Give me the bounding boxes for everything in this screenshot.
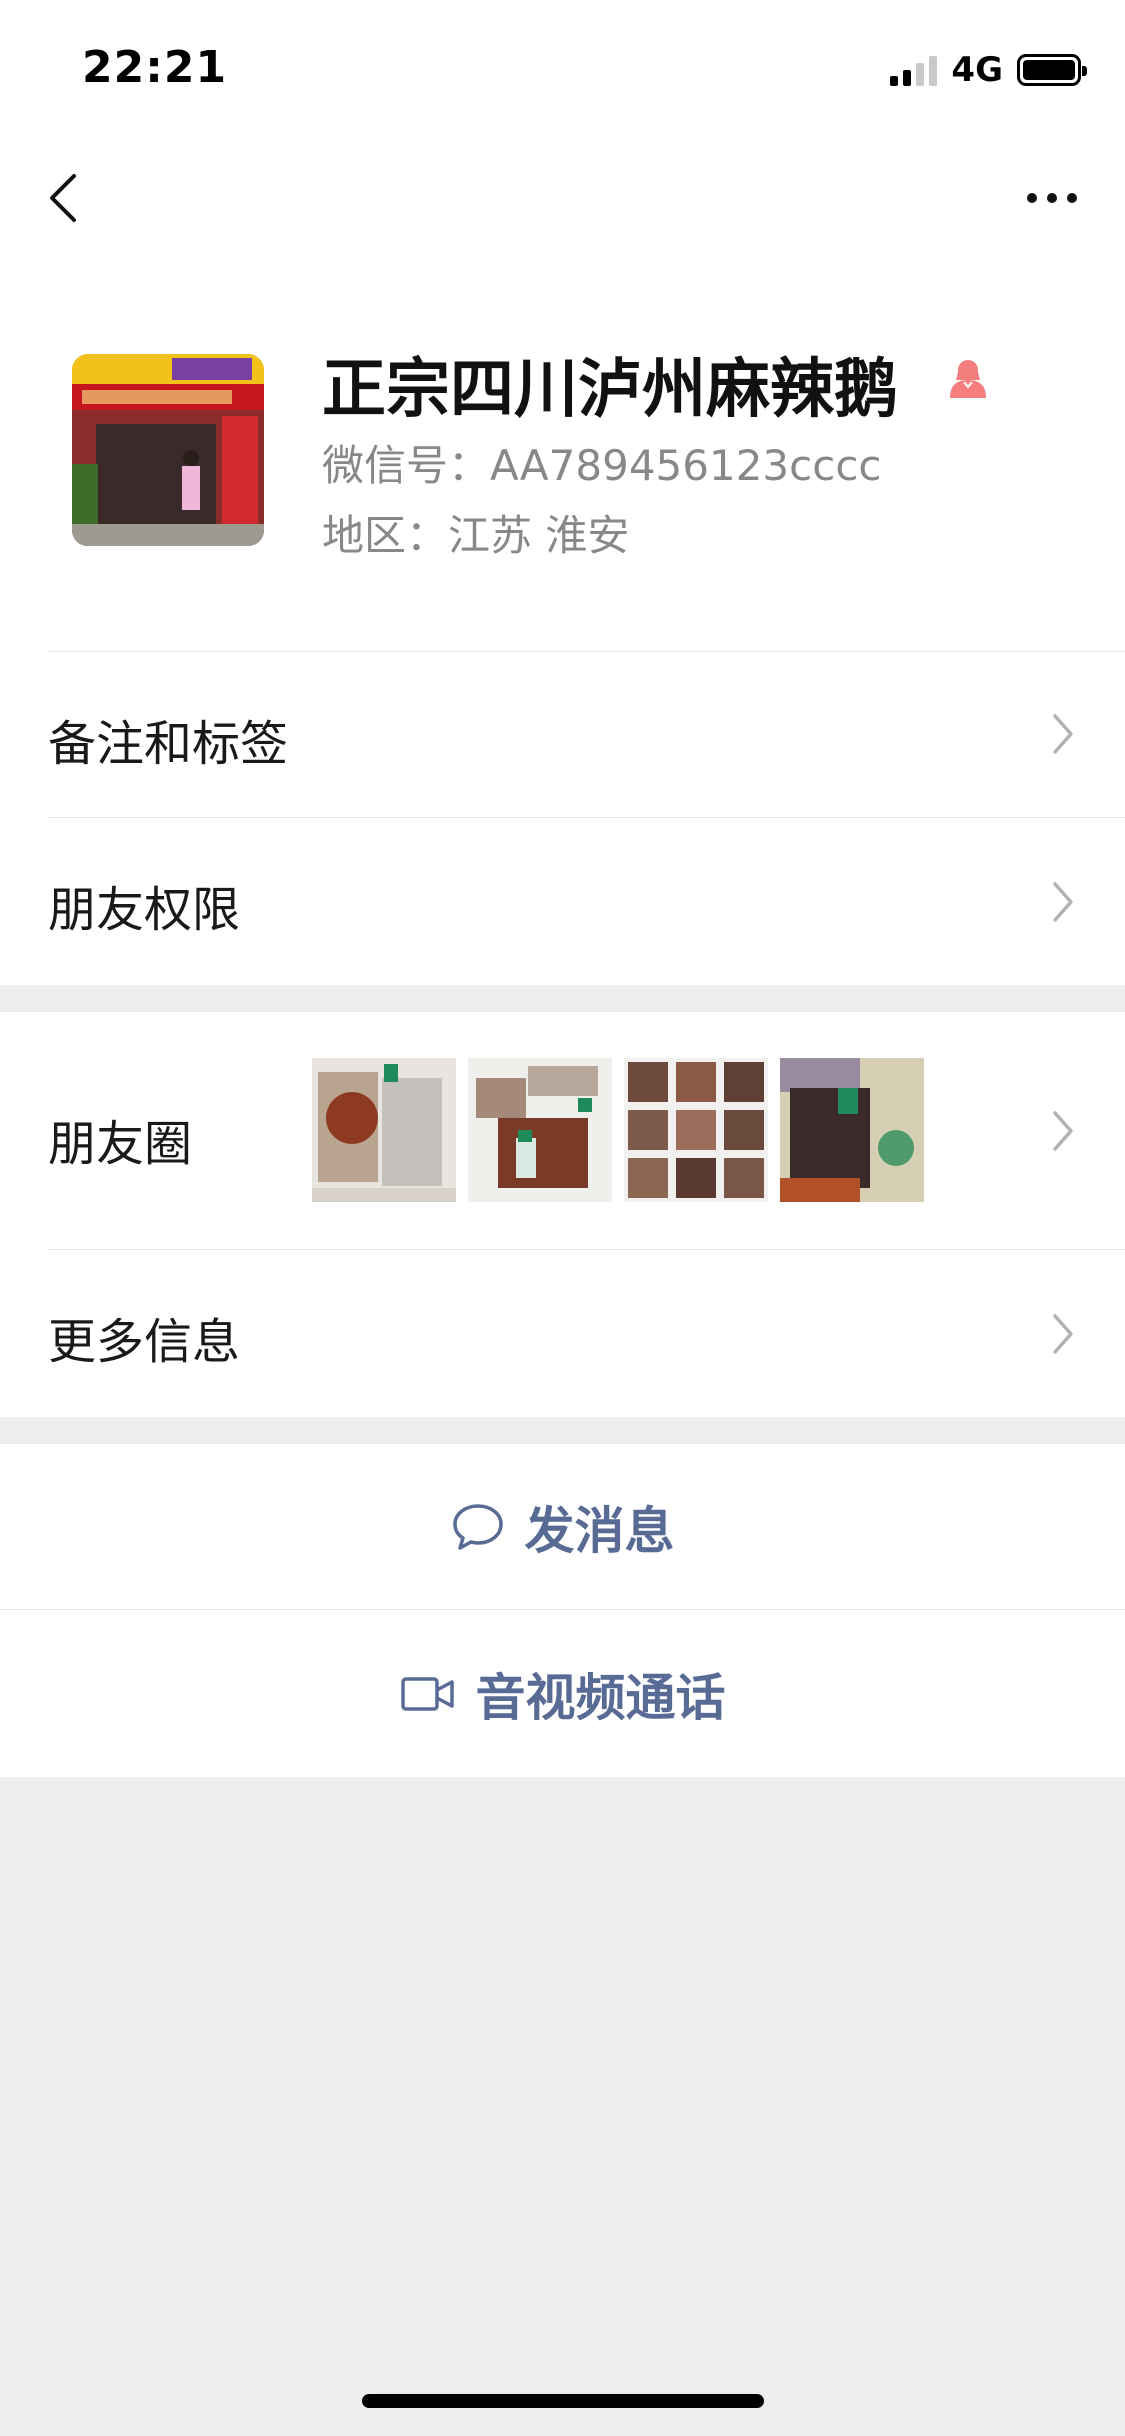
chevron-right-icon	[1053, 882, 1073, 922]
chevron-right-icon	[1053, 1314, 1073, 1354]
video-call-label: 音视频通话	[475, 1668, 726, 1727]
photo-icon	[780, 1058, 924, 1202]
home-indicator[interactable]	[362, 2394, 764, 2408]
moments-section: 朋友圈 更多信息	[0, 1012, 1125, 1417]
friend-permissions-label: 朋友权限	[48, 882, 241, 938]
moments-thumbnail[interactable]	[624, 1058, 768, 1202]
send-message-label: 发消息	[524, 1501, 675, 1560]
battery-icon	[1017, 54, 1087, 86]
video-call-button[interactable]: 音视频通话	[0, 1610, 1125, 1777]
wechat-id-value[interactable]: AA789456123cccc	[490, 441, 882, 490]
region-label: 地区：	[322, 511, 449, 560]
more-options-button[interactable]	[1017, 180, 1087, 216]
remarks-tags-row[interactable]: 备注和标签	[0, 652, 1125, 817]
photo-icon	[312, 1058, 456, 1202]
region-value: 江苏 淮安	[448, 511, 630, 560]
moments-thumbnail[interactable]	[312, 1058, 456, 1202]
remarks-tags-label: 备注和标签	[48, 716, 289, 772]
more-info-row[interactable]: 更多信息	[0, 1250, 1125, 1417]
avatar[interactable]	[72, 354, 264, 546]
contact-profile-screen: 22:21 4G 正宗四川泸州麻辣鹅 微信号：AA789456123cccc 地…	[0, 0, 1125, 2436]
send-message-button[interactable]: 发消息	[0, 1444, 1125, 1609]
female-icon	[950, 360, 986, 398]
more-info-label: 更多信息	[48, 1314, 241, 1370]
moments-row[interactable]: 朋友圈	[0, 1012, 1125, 1250]
more-dot-icon	[1067, 193, 1077, 203]
moments-thumbnails	[312, 1058, 924, 1202]
network-type: 4G	[951, 50, 1003, 90]
more-dot-icon	[1047, 193, 1057, 203]
wechat-id-label: 微信号：	[322, 441, 491, 490]
chat-bubble-icon	[452, 1503, 503, 1550]
photo-icon	[624, 1058, 768, 1202]
cellular-signal-icon	[890, 54, 938, 86]
friend-permissions-row[interactable]: 朋友权限	[0, 818, 1125, 985]
video-camera-icon	[400, 1676, 454, 1711]
contact-name: 正宗四川泸州麻辣鹅	[322, 353, 898, 427]
chevron-right-icon	[1053, 714, 1073, 754]
moments-thumbnail[interactable]	[780, 1058, 924, 1202]
moments-label: 朋友圈	[48, 1116, 193, 1172]
region: 地区：江苏 淮安	[322, 502, 629, 563]
more-dot-icon	[1027, 193, 1037, 203]
chevron-left-icon	[50, 174, 76, 222]
wechat-id: 微信号：AA789456123cccc	[322, 432, 882, 493]
back-button[interactable]	[44, 168, 94, 228]
storefront-photo-icon	[72, 354, 264, 546]
status-indicators: 4G	[890, 50, 1087, 90]
moments-thumbnail[interactable]	[468, 1058, 612, 1202]
status-time: 22:21	[82, 42, 228, 93]
photo-icon	[468, 1058, 612, 1202]
chevron-right-icon	[1053, 1111, 1073, 1151]
